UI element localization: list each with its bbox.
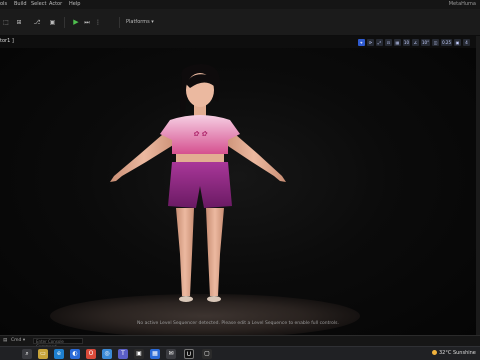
- rotation-snap-value[interactable]: 10°: [421, 39, 431, 46]
- menu-help[interactable]: Help: [69, 0, 80, 9]
- toolbar-separator: [64, 17, 65, 28]
- rotation-snap-icon[interactable]: ∠: [412, 39, 419, 46]
- camera-speed-value[interactable]: 4: [463, 39, 470, 46]
- menu-tools[interactable]: ols: [0, 0, 7, 9]
- menu-select[interactable]: Select: [31, 0, 46, 9]
- rotate-mode-icon[interactable]: ⟳: [366, 39, 374, 46]
- cinematics-icon[interactable]: ▣: [48, 18, 57, 27]
- select-mode-icon[interactable]: ⌖: [357, 39, 365, 46]
- menu-actor[interactable]: Actor: [49, 0, 62, 9]
- cmd-dropdown[interactable]: Cmd ▾: [11, 336, 25, 346]
- skip-button[interactable]: ⏭: [83, 18, 91, 27]
- scale-mode-icon[interactable]: ⤢: [375, 39, 383, 46]
- terminal-icon[interactable]: ▣: [134, 349, 144, 359]
- scale-snap-value[interactable]: 0.25: [441, 39, 452, 46]
- right-panel-edge[interactable]: [476, 36, 480, 335]
- editor-status-bar: ▤ Cmd ▾ Enter Console Command: [0, 335, 480, 349]
- chrome-icon[interactable]: ◎: [102, 349, 112, 359]
- scale-snap-icon[interactable]: ◫: [432, 39, 440, 46]
- main-toolbar: ⬚ ⊞ ⎇ ▣ ▶ ⏭ ⋮ Platforms ▾: [0, 9, 480, 36]
- viewport-tab[interactable]: tor1 ]: [0, 38, 14, 44]
- sun-icon: [432, 350, 437, 355]
- sequencer-warning: No active Level Sequencer detected. Plea…: [137, 321, 339, 326]
- windows-taskbar: ⌕ ▭ e ◐ O ◎ T ▣ ▦ ✉ U ▢ 32°C Sunshine: [0, 346, 480, 360]
- right-leg: [206, 208, 224, 296]
- menu-bar: ols Build Select Actor Help MetaHuma: [0, 0, 480, 9]
- console-command-input[interactable]: Enter Console Command: [33, 338, 83, 349]
- platforms-dropdown[interactable]: Platforms ▾: [126, 18, 154, 27]
- more-play-options-icon[interactable]: ⋮: [95, 18, 101, 27]
- shorts: [168, 162, 232, 208]
- file-explorer-icon[interactable]: ▭: [38, 349, 48, 359]
- viewport-header: tor1 ] ⌖ ⟳ ⤢ ⊡ ▦ 10 ∠ 10° ◫ 0.25 ▣ 4: [0, 36, 476, 48]
- unreal-engine-icon[interactable]: U: [184, 349, 194, 359]
- weather-label: Sunshine: [452, 350, 476, 356]
- teams-icon[interactable]: T: [118, 349, 128, 359]
- opera-icon[interactable]: O: [86, 349, 96, 359]
- viewport-toolbar: ⌖ ⟳ ⤢ ⊡ ▦ 10 ∠ 10° ◫ 0.25 ▣ 4: [357, 39, 470, 46]
- blueprint-icon[interactable]: ⎇: [32, 18, 42, 27]
- project-name: MetaHuma: [448, 1, 476, 7]
- photos-icon[interactable]: ◐: [70, 349, 80, 359]
- grid-snap-icon[interactable]: ▦: [393, 39, 401, 46]
- right-sandal: [207, 296, 221, 302]
- shirt-print-graphic: ✿ ✿: [193, 130, 208, 138]
- menu-build[interactable]: Build: [14, 0, 27, 9]
- character-figure[interactable]: ✿ ✿: [100, 58, 300, 310]
- camera-speed-icon[interactable]: ▣: [454, 39, 461, 46]
- left-sandal: [179, 296, 193, 302]
- coordinate-space-icon[interactable]: ⊡: [384, 39, 392, 46]
- play-button[interactable]: ▶: [72, 18, 80, 27]
- drawer-icon[interactable]: ▤: [3, 336, 7, 346]
- mail-icon[interactable]: ✉: [166, 349, 176, 359]
- mode-select-icon[interactable]: ⬚: [2, 18, 10, 27]
- store-icon[interactable]: ▦: [150, 349, 160, 359]
- grid-size-value[interactable]: 10: [402, 39, 410, 46]
- search-icon[interactable]: ⌕: [22, 349, 32, 359]
- left-leg: [176, 208, 194, 296]
- taskbar-app-icon[interactable]: ▢: [202, 349, 212, 359]
- add-actor-icon[interactable]: ⊞: [14, 18, 24, 27]
- edge-icon[interactable]: e: [54, 349, 64, 359]
- weather-widget[interactable]: 32°C Sunshine: [432, 350, 476, 356]
- level-viewport[interactable]: ✿ ✿ No active Level Sequencer detected. …: [0, 48, 476, 335]
- toolbar-separator: [119, 17, 120, 28]
- temperature: 32°C: [439, 350, 452, 356]
